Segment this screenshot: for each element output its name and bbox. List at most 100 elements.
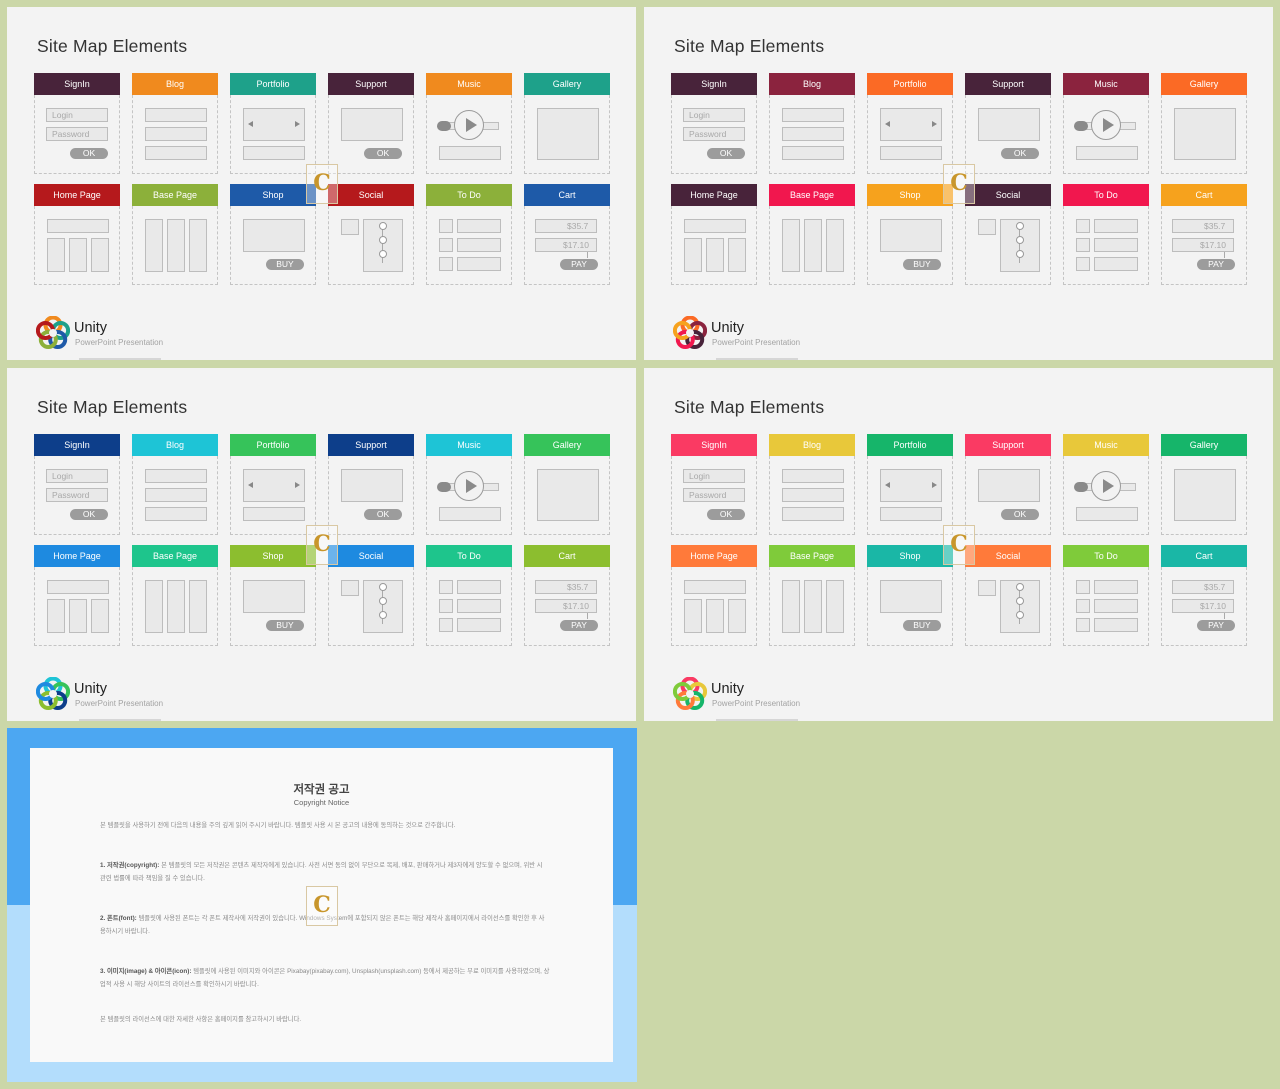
tile-body — [965, 567, 1051, 646]
site-map-tile-support: Support OK — [965, 434, 1051, 535]
timeline-dot-icon — [1016, 597, 1024, 605]
site-map-tile-cart: Cart $35.7 $17.10 PAY — [1161, 184, 1247, 285]
tile-header: Gallery — [524, 434, 610, 456]
tile-header: Social — [328, 184, 414, 206]
buy-button: BUY — [266, 620, 304, 631]
tile-body — [867, 95, 953, 174]
site-map-tile-portfolio: Portfolio — [867, 73, 953, 174]
tile-header: Blog — [132, 434, 218, 456]
tile-body — [132, 456, 218, 535]
timeline-dot-icon — [1016, 583, 1024, 591]
todo-item — [457, 580, 501, 594]
slide-copyright-notice: 저작권 공고 Copyright Notice 본 템플릿을 사용하기 전에 다… — [7, 728, 637, 1082]
tile-header: Gallery — [1161, 73, 1247, 95]
portfolio-caption — [243, 146, 305, 160]
copyright-title: 저작권 공고 — [293, 784, 350, 796]
blog-line — [782, 146, 844, 160]
slide-title: Site Map Elements — [37, 397, 188, 417]
ok-button: OK — [707, 509, 745, 520]
slide-bottom-rule — [79, 358, 161, 360]
tile-body — [867, 456, 953, 535]
arrow-left-icon — [248, 482, 253, 488]
unity-logo-icon — [36, 316, 70, 349]
home-column — [728, 238, 746, 272]
logo-center — [686, 329, 694, 337]
music-progress-knob — [1074, 482, 1088, 492]
portfolio-slider — [243, 469, 305, 502]
tile-header: Music — [426, 434, 512, 456]
tile-body — [426, 567, 512, 646]
tile-header: SignIn — [34, 434, 120, 456]
site-map-tile-portfolio: Portfolio — [230, 73, 316, 174]
tile-body — [671, 567, 757, 646]
tile-header: Gallery — [524, 73, 610, 95]
shop-product-image — [880, 219, 942, 252]
site-map-tile-home: Home Page — [34, 184, 120, 285]
logo-subtitle: PowerPoint Presentation — [712, 338, 801, 347]
play-button — [454, 471, 484, 501]
tile-header: Home Page — [671, 545, 757, 567]
site-map-tile-shop: Shop BUY — [867, 184, 953, 285]
tile-header: Gallery — [1161, 434, 1247, 456]
timeline-dot-icon — [1016, 236, 1024, 244]
tile-header: To Do — [1063, 545, 1149, 567]
copyright-paragraph-text: 본 템플릿의 모든 저작권은 콘텐츠 제작자에게 있습니다. 사전 서면 동의 … — [100, 862, 543, 882]
tile-header: Portfolio — [867, 73, 953, 95]
site-map-tile-blog: Blog — [769, 73, 855, 174]
slide-site-map-2: Site Map Elements SignIn Login Password OK Bl… — [644, 7, 1273, 360]
site-map-tile-music: Music — [426, 73, 512, 174]
tile-body — [1063, 567, 1149, 646]
portfolio-caption — [880, 146, 942, 160]
timeline-dot-icon — [379, 222, 387, 230]
tile-body: $35.7 $17.10 PAY — [524, 206, 610, 285]
slide-bottom-rule — [716, 719, 798, 721]
cart-price-1: $35.7 — [1204, 582, 1226, 592]
logo-subtitle: PowerPoint Presentation — [75, 699, 164, 708]
site-map-tile-shop: Shop BUY — [230, 545, 316, 646]
tile-header: Music — [1063, 73, 1149, 95]
tile-body — [132, 567, 218, 646]
todo-checkbox — [1076, 219, 1090, 233]
tile-header: SignIn — [34, 73, 120, 95]
tile-header: Portfolio — [230, 73, 316, 95]
tile-header: Blog — [769, 434, 855, 456]
tile-header: Support — [965, 434, 1051, 456]
password-placeholder: Password — [689, 129, 727, 139]
support-message-box — [341, 469, 403, 502]
tile-header: To Do — [426, 545, 512, 567]
base-column — [145, 580, 163, 633]
pay-button: PAY — [1197, 259, 1235, 270]
gallery-image — [1174, 108, 1236, 160]
blog-line — [782, 108, 844, 122]
site-map-tile-social: Social — [328, 545, 414, 646]
tile-body — [328, 567, 414, 646]
home-header — [47, 580, 109, 594]
home-column — [706, 599, 724, 633]
tile-body — [769, 456, 855, 535]
base-column — [804, 580, 822, 633]
tile-body: BUY — [230, 567, 316, 646]
gallery-image — [1174, 469, 1236, 521]
tile-body — [671, 206, 757, 285]
todo-item — [457, 238, 501, 252]
logo-subtitle: PowerPoint Presentation — [75, 338, 164, 347]
copyright-paper: 저작권 공고 Copyright Notice 본 템플릿을 사용하기 전에 다… — [30, 748, 613, 1062]
tile-header: Base Page — [769, 545, 855, 567]
copyright-paragraph-text: 본 템플릿을 사용하기 전에 다음의 내용을 주의 깊게 읽어 주시기 바랍니다… — [100, 822, 456, 829]
base-column — [782, 580, 800, 633]
home-column — [69, 238, 87, 272]
site-map-tile-base: Base Page — [769, 184, 855, 285]
tile-header: SignIn — [671, 73, 757, 95]
home-column — [91, 238, 109, 272]
todo-checkbox — [1076, 257, 1090, 271]
base-column — [804, 219, 822, 272]
todo-item — [457, 618, 501, 632]
timeline-dot-icon — [379, 250, 387, 258]
social-avatar — [978, 580, 996, 596]
copyright-paragraph: 3. 이미지(image) & 아이콘(icon): 템플릿에 사용된 이미지와… — [100, 966, 550, 991]
todo-checkbox — [439, 238, 453, 252]
site-map-tile-base: Base Page — [132, 184, 218, 285]
tile-header: Support — [965, 73, 1051, 95]
copyright-paragraph-heading: 1. 저작권(copyright): — [100, 862, 160, 869]
tile-header: To Do — [1063, 184, 1149, 206]
